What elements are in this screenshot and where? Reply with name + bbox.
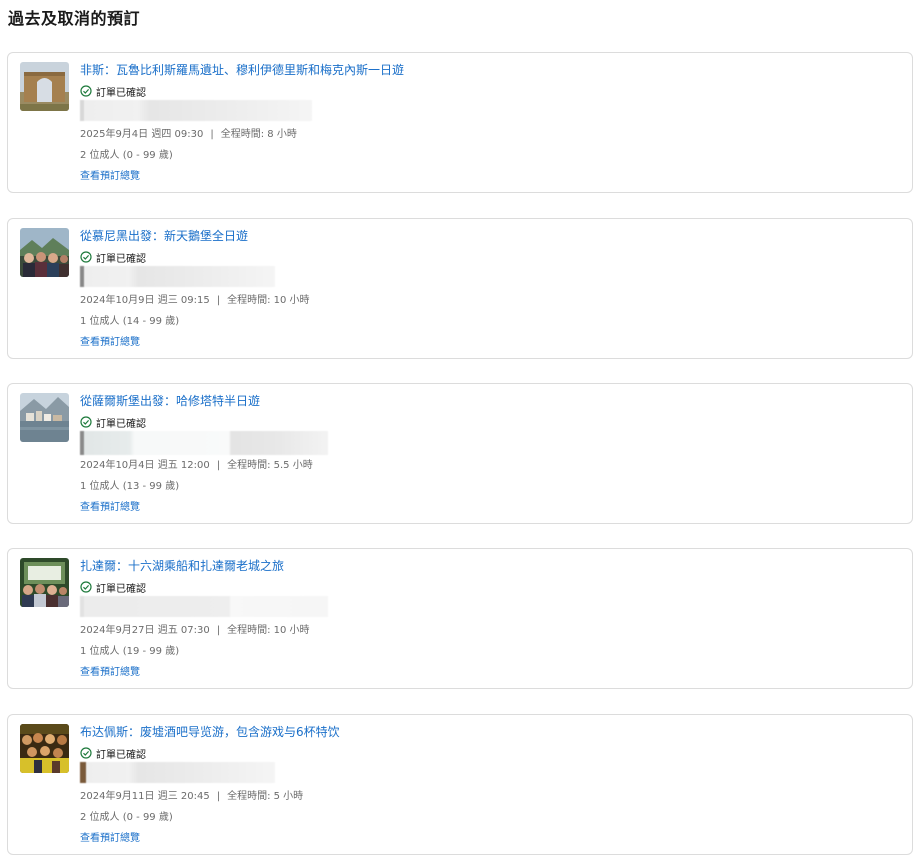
- roman-ruins-photo-icon: [20, 62, 69, 111]
- view-booking-overview-link[interactable]: 查看預訂總覽: [80, 336, 140, 350]
- meta-separator: |: [216, 791, 221, 802]
- booking-participants: 1 位成人 (13 - 99 歲): [80, 481, 180, 492]
- booking-date: 2024年9月11日 週三 20:45: [80, 791, 210, 802]
- view-booking-overview-link[interactable]: 查看預訂總覽: [80, 170, 140, 184]
- check-circle-icon: [80, 85, 92, 97]
- booking-duration: 全程時間: 8 小時: [220, 129, 297, 140]
- redacted-info: [80, 762, 275, 783]
- booking-card: 從薩爾斯堡出發：哈修塔特半日遊 訂單已確認 2024年10月4日 週五 12:0…: [7, 383, 913, 524]
- booking-thumbnail[interactable]: [20, 558, 69, 607]
- view-booking-overview-link[interactable]: 查看預訂總覽: [80, 501, 140, 515]
- booking-card: 布达佩斯：废墟酒吧导览游，包含游戏与6杯特饮 訂單已確認 2024年9月11日 …: [7, 714, 913, 855]
- booking-participants: 2 位成人 (0 - 99 歲): [80, 150, 173, 161]
- booking-meta: 2025年9月4日 週四 09:30 | 全程時間: 8 小時: [80, 128, 902, 142]
- booking-date: 2024年10月4日 週五 12:00: [80, 460, 210, 471]
- redacted-info: [80, 266, 275, 287]
- booking-title-link[interactable]: 非斯：瓦魯比利斯羅馬遺址、穆利伊德里斯和梅克內斯一日遊: [80, 62, 902, 78]
- booking-participants: 2 位成人 (0 - 99 歲): [80, 812, 173, 823]
- booking-status: 訂單已確認: [80, 746, 902, 761]
- booking-card: 扎達爾：十六湖乘船和扎達爾老城之旅 訂單已確認 2024年9月27日 週五 07…: [7, 548, 913, 689]
- booking-title-link[interactable]: 從慕尼黑出發：新天鵝堡全日遊: [80, 228, 902, 244]
- booking-participants: 1 位成人 (19 - 99 歲): [80, 646, 180, 657]
- booking-status: 訂單已確認: [80, 415, 902, 430]
- booking-status: 訂單已確認: [80, 250, 902, 265]
- booking-date: 2025年9月4日 週四 09:30: [80, 129, 204, 140]
- booking-duration: 全程時間: 5 小時: [227, 791, 304, 802]
- party-crowd-photo-icon: [20, 724, 69, 773]
- booking-duration: 全程時間: 10 小時: [227, 295, 310, 306]
- booking-participants: 1 位成人 (14 - 99 歲): [80, 316, 180, 327]
- booking-thumbnail[interactable]: [20, 393, 69, 442]
- booking-meta: 2024年10月9日 週三 09:15 | 全程時間: 10 小時: [80, 294, 902, 308]
- booking-meta: 2024年9月27日 週五 07:30 | 全程時間: 10 小時: [80, 624, 902, 638]
- booking-title-link[interactable]: 扎達爾：十六湖乘船和扎達爾老城之旅: [80, 558, 902, 574]
- lake-village-photo-icon: [20, 393, 69, 442]
- booking-duration: 全程時間: 10 小時: [227, 625, 310, 636]
- meta-separator: |: [216, 460, 221, 471]
- booking-date: 2024年9月27日 週五 07:30: [80, 625, 210, 636]
- bookings-page: 過去及取消的預訂 非斯：瓦魯比利斯羅馬遺址、穆利伊德里斯和梅克內斯一日遊 訂單已: [0, 0, 917, 860]
- booking-status: 訂單已確認: [80, 84, 902, 99]
- booking-title-link[interactable]: 從薩爾斯堡出發：哈修塔特半日遊: [80, 393, 902, 409]
- status-label: 訂單已確認: [96, 253, 146, 265]
- status-label: 訂單已確認: [96, 749, 146, 761]
- view-booking-overview-link[interactable]: 查看預訂總覽: [80, 832, 140, 846]
- check-circle-icon: [80, 416, 92, 428]
- redacted-info: [80, 596, 328, 617]
- meta-separator: |: [210, 129, 214, 140]
- booking-thumbnail[interactable]: [20, 724, 69, 773]
- check-circle-icon: [80, 747, 92, 759]
- status-label: 訂單已確認: [96, 418, 146, 430]
- booking-title-link[interactable]: 布达佩斯：废墟酒吧导览游，包含游戏与6杯特饮: [80, 724, 902, 740]
- redacted-info: [80, 431, 328, 455]
- redacted-info: [80, 100, 312, 121]
- booking-thumbnail[interactable]: [20, 62, 69, 111]
- booking-duration: 全程時間: 5.5 小時: [227, 460, 313, 471]
- national-park-group-photo-icon: [20, 558, 69, 607]
- meta-separator: |: [216, 625, 221, 636]
- status-label: 訂單已確認: [96, 583, 146, 595]
- booking-date: 2024年10月9日 週三 09:15: [80, 295, 210, 306]
- booking-thumbnail[interactable]: [20, 228, 69, 277]
- check-circle-icon: [80, 581, 92, 593]
- view-booking-overview-link[interactable]: 查看預訂總覽: [80, 666, 140, 680]
- group-photo-mountains-icon: [20, 228, 69, 277]
- check-circle-icon: [80, 251, 92, 263]
- booking-card: 非斯：瓦魯比利斯羅馬遺址、穆利伊德里斯和梅克內斯一日遊 訂單已確認 2025年9…: [7, 52, 913, 193]
- status-label: 訂單已確認: [96, 87, 146, 99]
- meta-separator: |: [216, 295, 221, 306]
- booking-meta: 2024年9月11日 週三 20:45 | 全程時間: 5 小時: [80, 790, 902, 804]
- booking-card: 從慕尼黑出發：新天鵝堡全日遊 訂單已確認 2024年10月9日 週三 09:15…: [7, 218, 913, 359]
- booking-meta: 2024年10月4日 週五 12:00 | 全程時間: 5.5 小時: [80, 459, 902, 473]
- booking-status: 訂單已確認: [80, 580, 902, 595]
- page-title: 過去及取消的預訂: [8, 9, 141, 28]
